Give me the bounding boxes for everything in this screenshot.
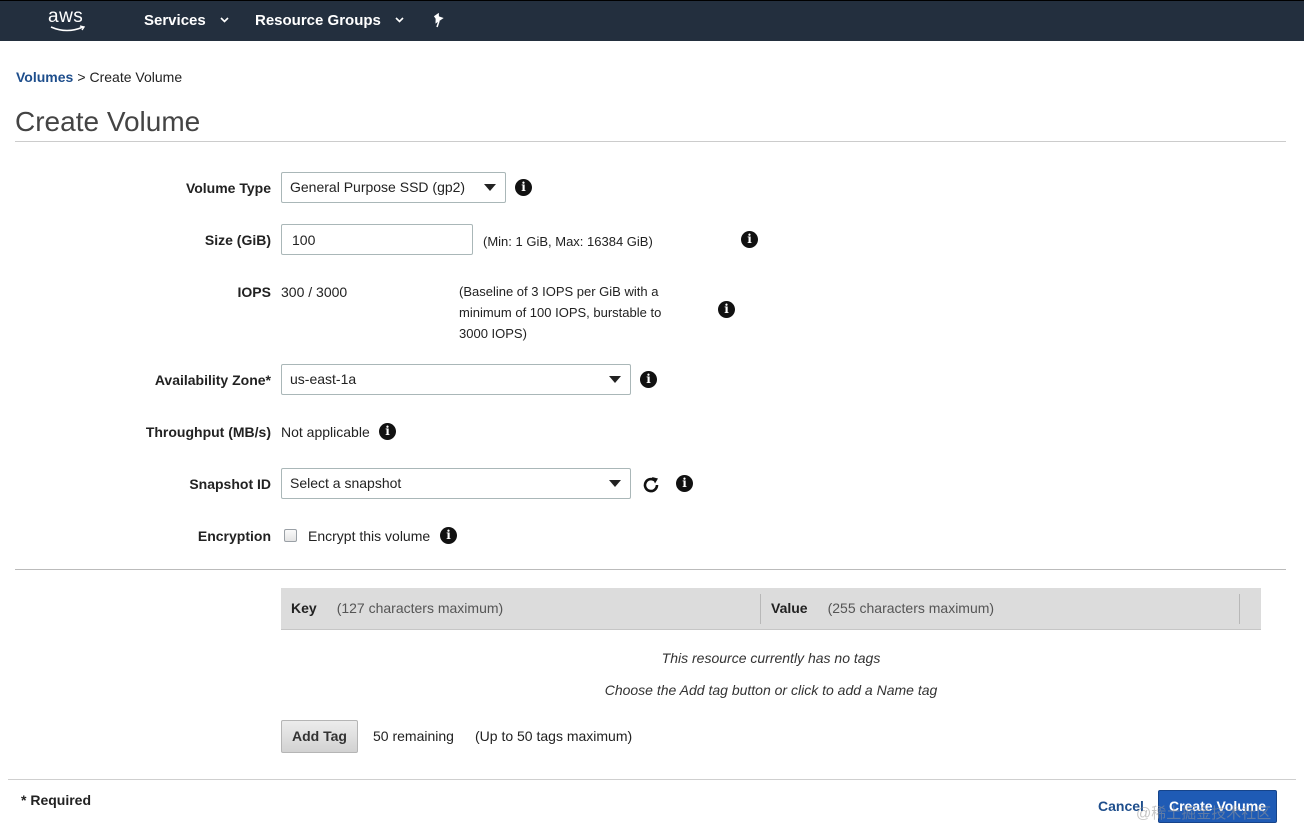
volume-type-select[interactable]: General Purpose SSD (gp2) xyxy=(281,172,506,203)
size-label: Size (GiB) xyxy=(204,232,271,248)
chevron-down-icon xyxy=(220,17,229,23)
pin-icon[interactable] xyxy=(432,13,446,28)
size-input[interactable] xyxy=(281,224,473,255)
info-icon[interactable]: i xyxy=(515,179,532,196)
refresh-icon[interactable] xyxy=(641,475,661,495)
iops-label: IOPS xyxy=(237,284,271,300)
required-note: * Required xyxy=(21,792,92,808)
dropdown-caret-icon xyxy=(609,376,621,383)
breadcrumb-volumes-link[interactable]: Volumes xyxy=(16,69,73,85)
info-icon[interactable]: i xyxy=(640,371,657,388)
footer-divider xyxy=(8,779,1296,780)
availability-zone-value: us-east-1a xyxy=(290,371,357,387)
tags-empty-message: This resource currently has no tags xyxy=(661,650,881,666)
encrypt-volume-checkbox[interactable] xyxy=(284,529,297,542)
size-hint: (Min: 1 GiB, Max: 16384 GiB) xyxy=(483,234,653,249)
volume-type-label: Volume Type xyxy=(185,180,271,196)
iops-value: 300 / 3000 xyxy=(281,284,348,300)
tags-table-header: Key (127 characters maximum) Value (255 ch… xyxy=(281,588,1261,630)
column-divider xyxy=(760,594,761,624)
info-icon[interactable]: i xyxy=(718,301,735,318)
resource-groups-menu[interactable]: Resource Groups xyxy=(255,12,404,30)
dropdown-caret-icon xyxy=(609,480,621,487)
info-icon[interactable]: i xyxy=(741,231,758,248)
snapshot-id-placeholder: Select a snapshot xyxy=(290,475,402,491)
page-title: Create Volume xyxy=(15,106,201,137)
snapshot-id-label: Snapshot ID xyxy=(189,476,271,492)
column-divider xyxy=(1239,594,1240,624)
iops-hint-line-1: (Baseline of 3 IOPS per GiB with a xyxy=(459,284,659,299)
chevron-down-icon xyxy=(395,17,404,23)
services-label: Services xyxy=(144,12,206,29)
info-icon[interactable]: i xyxy=(676,475,693,492)
tags-empty-hint: Choose the Add tag button or click to ad… xyxy=(604,682,938,698)
breadcrumb-separator: > xyxy=(77,69,86,85)
throughput-value: Not applicable xyxy=(281,424,370,440)
section-divider xyxy=(15,569,1286,570)
aws-logo[interactable]: aws xyxy=(46,6,90,36)
tags-max-note: (Up to 50 tags maximum) xyxy=(475,728,633,744)
dropdown-caret-icon xyxy=(484,184,496,191)
breadcrumb-current: Create Volume xyxy=(89,69,183,85)
tags-remaining: 50 remaining xyxy=(373,728,454,744)
availability-zone-select[interactable]: us-east-1a xyxy=(281,364,631,395)
aws-smile-icon xyxy=(50,25,86,32)
encrypt-volume-label[interactable]: Encrypt this volume xyxy=(308,528,430,544)
tags-key-header: Key xyxy=(291,600,317,616)
resource-groups-label: Resource Groups xyxy=(255,12,381,29)
services-menu[interactable]: Services xyxy=(144,12,229,30)
tags-value-column-header: Value (255 characters maximum) xyxy=(771,588,994,630)
tags-value-hint: (255 characters maximum) xyxy=(827,600,995,616)
info-icon[interactable]: i xyxy=(379,423,396,440)
tags-value-header: Value xyxy=(771,600,808,616)
info-icon[interactable]: i xyxy=(440,527,457,544)
top-navigation-bar: aws Services Resource Groups xyxy=(0,0,1304,41)
iops-hint-line-3: 3000 IOPS) xyxy=(459,326,527,341)
throughput-label: Throughput (MB/s) xyxy=(145,424,271,440)
tags-key-column-header: Key (127 characters maximum) xyxy=(291,588,503,630)
tags-key-hint: (127 characters maximum) xyxy=(336,600,504,616)
snapshot-id-select[interactable]: Select a snapshot xyxy=(281,468,631,499)
title-divider xyxy=(15,141,1286,142)
watermark-text: @稀土掘金技术社区 xyxy=(1136,805,1272,822)
volume-type-value: General Purpose SSD (gp2) xyxy=(290,179,466,195)
availability-zone-label: Availability Zone* xyxy=(154,372,271,388)
iops-hint-line-2: minimum of 100 IOPS, burstable to xyxy=(459,305,662,320)
breadcrumb: Volumes > Create Volume xyxy=(16,69,182,85)
encryption-label: Encryption xyxy=(197,528,271,544)
add-tag-button[interactable]: Add Tag xyxy=(281,720,358,753)
